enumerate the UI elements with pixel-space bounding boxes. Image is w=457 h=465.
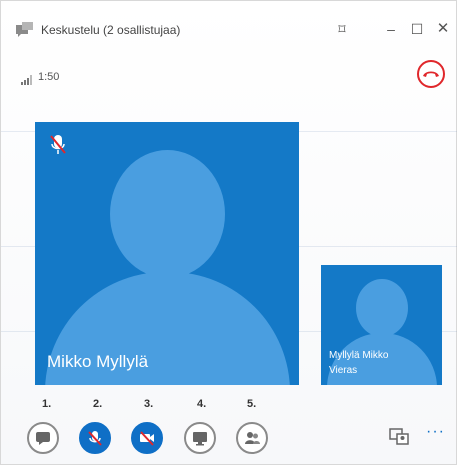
close-button[interactable]: ✕: [431, 18, 455, 40]
chat-icon: [36, 432, 50, 445]
mic-muted-icon: [88, 431, 102, 446]
microphone-muted-icon: [50, 135, 66, 154]
maximize-button[interactable]: ☐: [405, 18, 429, 40]
video-off-icon: [140, 431, 154, 446]
microphone-button[interactable]: [79, 422, 111, 454]
participants-button[interactable]: [236, 422, 268, 454]
avatar-head: [110, 150, 225, 278]
self-role: Vieras: [329, 365, 358, 376]
control-number-2: 2.: [93, 398, 103, 410]
video-button[interactable]: [131, 422, 163, 454]
minimize-button[interactable]: –: [379, 18, 403, 40]
present-button[interactable]: [184, 422, 216, 454]
conversation-icon: [16, 22, 33, 37]
control-number-1: 1.: [42, 398, 52, 410]
call-duration: 1:50: [38, 71, 60, 83]
more-options-button[interactable]: ···: [426, 424, 448, 443]
control-number-4: 4.: [197, 398, 207, 410]
conversation-window: Keskustelu (2 osallistujaa) ⌑ – ☐ ✕ 1:50…: [0, 0, 457, 465]
signal-strength-icon: [21, 75, 32, 85]
control-number-3: 3.: [144, 398, 154, 410]
chat-button[interactable]: [27, 422, 59, 454]
avatar-head: [356, 279, 408, 337]
participants-icon: [245, 432, 260, 444]
self-name: Myllylä Mikko: [329, 350, 389, 361]
participant-name: Mikko Myllylä: [47, 352, 149, 371]
self-video-preview[interactable]: Myllylä Mikko Vieras: [321, 265, 442, 385]
hang-up-button[interactable]: [416, 59, 446, 89]
layout-icon[interactable]: [389, 427, 409, 445]
main-participant-video[interactable]: Mikko Myllylä: [35, 122, 299, 385]
popout-icon[interactable]: ⌑: [330, 18, 354, 40]
control-number-5: 5.: [247, 398, 257, 410]
window-title: Keskustelu (2 osallistujaa): [41, 23, 181, 37]
title-bar: Keskustelu (2 osallistujaa) ⌑ – ☐ ✕: [1, 1, 457, 53]
present-icon: [193, 432, 207, 446]
